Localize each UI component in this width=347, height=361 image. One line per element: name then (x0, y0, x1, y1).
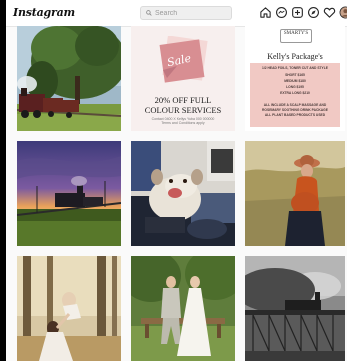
black-white-train-bridge-photo (245, 256, 345, 361)
post-colour-services-sale[interactable]: Sale 20% OFF FULL COLOUR SERVICES Contac… (131, 26, 235, 131)
headline-line-2: COLOUR SERVICES (144, 105, 222, 115)
post-sunset-locomotive[interactable] (17, 141, 121, 246)
steam-train-trees-photo (17, 26, 121, 131)
package-line: 1/2 HEAD FOILS, TONER CUT AND STYLE (262, 66, 328, 70)
sunset-locomotive-photo (17, 141, 121, 246)
posts-grid: Sale 20% OFF FULL COLOUR SERVICES Contac… (17, 26, 345, 361)
dog-on-couch-photo (131, 141, 235, 246)
package-line: ALL PLANT BASED PRODUCTS USED (264, 113, 326, 117)
post-dog-on-couch[interactable] (131, 141, 235, 246)
search-input[interactable] (152, 9, 225, 17)
pregnant-woman-field-photo (245, 141, 345, 246)
profile-avatar-icon[interactable] (339, 6, 347, 19)
top-nav-bar: Instagram (6, 0, 347, 27)
package-line: ALL INCLUDE A SCALP MASSAGE AND (263, 103, 327, 107)
package-title: Kelly's Package's (267, 52, 323, 61)
post-steam-train[interactable] (17, 26, 121, 131)
package-line: MEDIUM $180 (284, 79, 306, 83)
headline-line-1: 20% OFF FULL (154, 95, 212, 105)
instagram-logo[interactable]: Instagram (13, 6, 75, 19)
explore-icon[interactable] (307, 6, 320, 19)
package-line: EXTRA LONG $210 (280, 91, 310, 95)
fine-line-2: Terms and Conditions apply (161, 121, 205, 125)
messenger-icon[interactable] (275, 6, 288, 19)
post-mother-child-forest[interactable] (17, 256, 121, 361)
post-kellys-package[interactable]: SMARTY'S Kelly's Package's 1/2 HEAD FOIL… (245, 26, 345, 131)
post-black-white-train-bridge[interactable] (245, 256, 345, 361)
home-icon[interactable] (259, 6, 272, 19)
search-box[interactable] (140, 6, 232, 20)
new-post-icon[interactable] (291, 6, 304, 19)
sale-headline: 20% OFF FULL COLOUR SERVICES (131, 95, 235, 115)
instagram-profile-window: Instagram Search Sale 20% OFF FULL COLOU… (6, 0, 347, 361)
package-line: ROSEMARY SOOTHING DRINK PACKAGE (262, 108, 328, 112)
post-pregnant-woman-field[interactable] (245, 141, 345, 246)
package-line: LONG $195 (286, 85, 304, 89)
post-wedding-couple-bench[interactable] (131, 256, 235, 361)
package-details-box: 1/2 HEAD FOILS, TONER CUT AND STYLE SHOR… (250, 63, 340, 127)
smartys-brand-badge: SMARTY'S (280, 29, 312, 43)
sale-fine-print: Contact 0400 X Kellys Yuba 000 000000 Te… (145, 117, 221, 125)
package-line: SHORT $165 (285, 73, 305, 77)
activity-heart-icon[interactable] (323, 6, 336, 19)
mother-child-forest-photo (17, 256, 121, 361)
wedding-couple-bench-photo (131, 256, 235, 361)
nav-icons (259, 6, 347, 20)
